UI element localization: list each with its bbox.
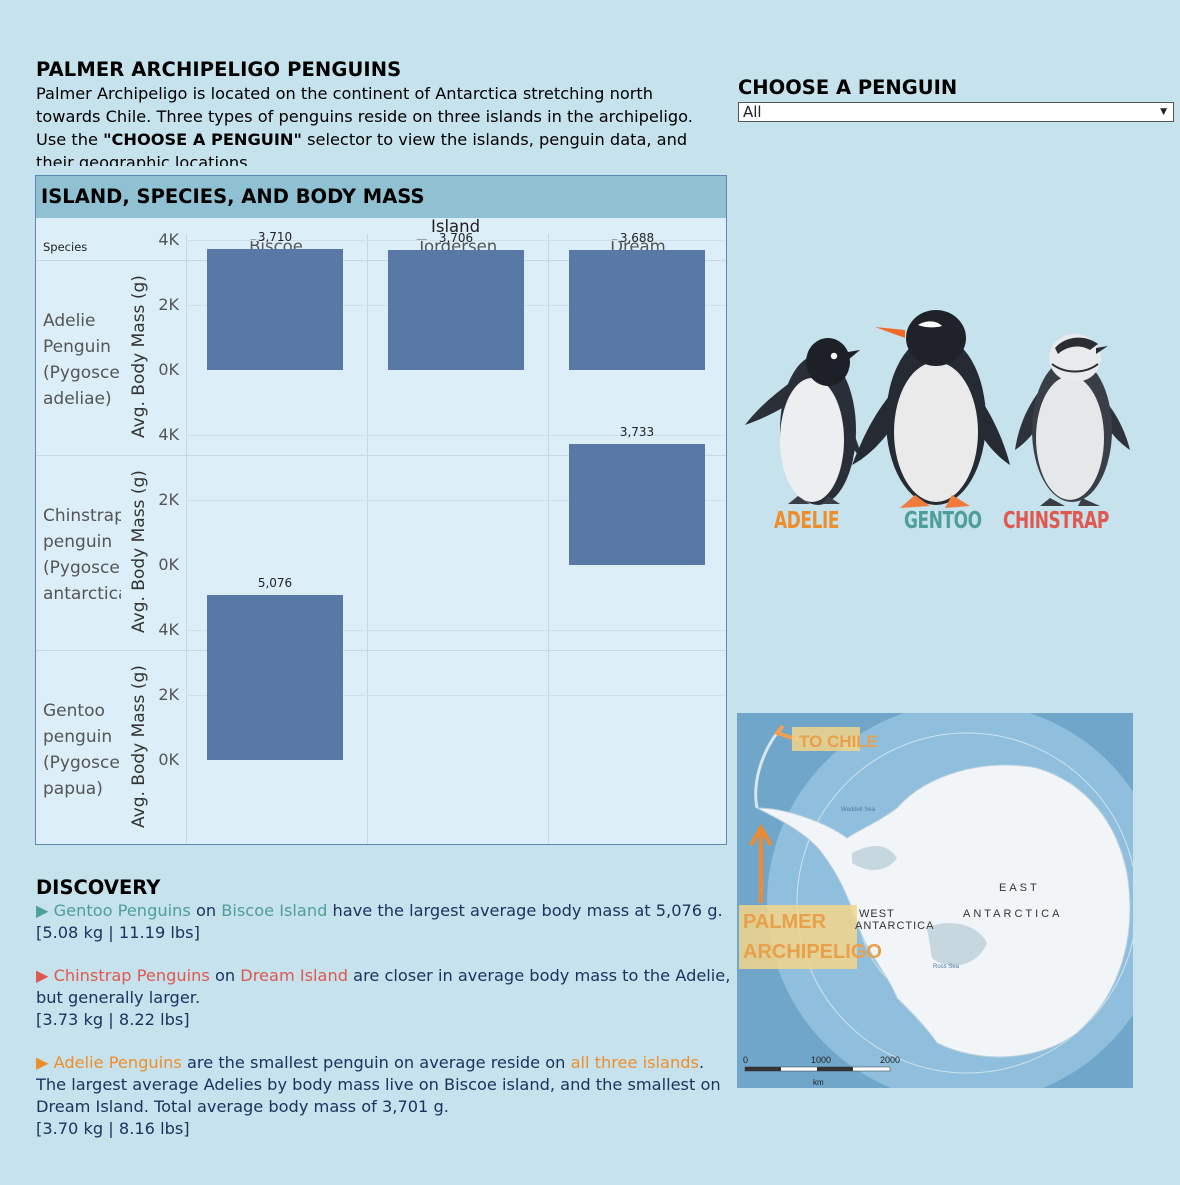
west-antarctica-map-label: ANTARCTICA bbox=[855, 920, 934, 932]
adelie-penguin-image bbox=[745, 338, 862, 505]
y-tick-label: 4K bbox=[158, 425, 179, 444]
species-label: Adelie Penguin (Pygoscelis adeliae) bbox=[43, 308, 121, 412]
text-part: on bbox=[209, 966, 241, 985]
chart-panel-header: ISLAND, SPECIES, AND BODY MASS bbox=[36, 176, 726, 218]
gentoo-highlight: Gentoo Penguins bbox=[48, 901, 191, 920]
species-label-line: papua) bbox=[43, 779, 103, 799]
penguin-selector-value: All bbox=[743, 103, 762, 121]
gentoo-label: GENTOO bbox=[904, 508, 982, 534]
y-tick-label: 4K bbox=[158, 620, 179, 639]
species-label-line: (Pygoscelis bbox=[43, 753, 121, 773]
archipeligo-map-label: ARCHIPELIGO bbox=[743, 941, 882, 963]
y-tick-label: 0K bbox=[158, 360, 179, 379]
y-tick-label: 4K bbox=[158, 230, 179, 249]
bar bbox=[569, 250, 705, 370]
chinstrap-label: CHINSTRAP bbox=[1003, 508, 1109, 534]
species-label-line: Gentoo bbox=[43, 701, 105, 721]
bar bbox=[207, 595, 343, 760]
play-icon: ▶ bbox=[36, 1053, 49, 1072]
species-label-line: Adelie bbox=[43, 311, 96, 331]
discovery-gentoo: ▶ Gentoo Penguins on Biscoe Island have … bbox=[36, 900, 736, 944]
discovery-title: DISCOVERY bbox=[36, 876, 161, 899]
discovery-chinstrap: ▶ Chinstrap Penguins on Dream Island are… bbox=[36, 965, 736, 1031]
species-label-line: penguin bbox=[43, 532, 113, 552]
to-chile-label: TO CHILE bbox=[799, 732, 878, 751]
column-divider bbox=[548, 234, 549, 844]
body-mass-chart-panel: ISLAND, SPECIES, AND BODY MASS Species I… bbox=[35, 175, 727, 845]
antarctica-map: TO CHILE PALMER ARCHIPELIGO WEST ANTARCT… bbox=[737, 713, 1133, 1088]
species-label-line: Chinstrap bbox=[43, 506, 121, 526]
discovery-text: ▶ Gentoo Penguins on Biscoe Island have … bbox=[36, 900, 736, 1142]
intro-text-part: selector to view the islands, penguin da… bbox=[301, 130, 688, 149]
species-label-line: Penguin bbox=[43, 337, 111, 357]
intro-text: Palmer Archipeligo is located on the con… bbox=[36, 82, 736, 166]
biscoe-highlight: Biscoe Island bbox=[221, 901, 328, 920]
chinstrap-units: [3.73 kg | 8.22 lbs] bbox=[36, 1010, 190, 1029]
chinstrap-highlight: Chinstrap Penguins bbox=[48, 966, 210, 985]
scale-unit: km bbox=[813, 1078, 824, 1087]
adelie-units: [3.70 kg | 8.16 lbs] bbox=[36, 1119, 190, 1138]
adelie-highlight: Adelie Penguins bbox=[48, 1053, 182, 1072]
filter-title: CHOOSE A PENGUIN bbox=[738, 76, 958, 99]
y-tick-label: 2K bbox=[158, 685, 179, 704]
species-column-header: Species bbox=[43, 240, 88, 254]
column-divider bbox=[186, 234, 187, 844]
ross-sea-label: Ross Sea bbox=[933, 964, 960, 970]
text-part: are the smallest penguin on average resi… bbox=[181, 1053, 571, 1072]
scale-1000: 1000 bbox=[811, 1055, 831, 1065]
data-label: 5,076 bbox=[257, 576, 293, 591]
bar bbox=[388, 249, 524, 370]
discovery-adelie: ▶ Adelie Penguins are the smallest pengu… bbox=[36, 1052, 736, 1140]
penguin-selector[interactable]: All ▼ bbox=[738, 102, 1174, 122]
data-label: 3,710 bbox=[257, 230, 293, 245]
gentoo-penguin-image bbox=[852, 310, 1010, 508]
palmer-map-label: PALMER bbox=[743, 911, 827, 933]
play-icon: ▶ bbox=[36, 966, 49, 985]
chinstrap-penguin-image bbox=[1015, 334, 1130, 506]
dashboard-title: PALMER ARCHIPELIGO PENGUINS bbox=[36, 58, 402, 81]
column-divider bbox=[367, 234, 368, 844]
gentoo-units: [5.08 kg | 11.19 lbs] bbox=[36, 923, 200, 942]
y-tick-label: 2K bbox=[158, 295, 179, 314]
text-part: on bbox=[190, 901, 222, 920]
all-islands-highlight: all three islands bbox=[570, 1053, 699, 1072]
species-label-line: adeliae) bbox=[43, 389, 112, 409]
species-label-line: (Pygoscelis bbox=[43, 558, 121, 578]
east-map-label: EAST bbox=[999, 882, 1040, 894]
species-label: Chinstrap penguin (Pygoscelis antarctica) bbox=[43, 503, 121, 607]
adelie-label: ADELIE bbox=[774, 508, 840, 534]
bar bbox=[207, 249, 343, 370]
intro-text-part: Use the bbox=[36, 130, 104, 149]
scale-0: 0 bbox=[743, 1055, 748, 1065]
weddell-sea-label: Weddell Sea bbox=[841, 807, 876, 813]
text-part: have the largest average body mass at 5,… bbox=[327, 901, 723, 920]
species-label: Gentoo penguin (Pygoscelis papua) bbox=[43, 698, 121, 802]
play-icon: ▶ bbox=[36, 901, 49, 920]
intro-line: their geographic locations. bbox=[36, 153, 253, 166]
dream-highlight: Dream Island bbox=[240, 966, 349, 985]
west-map-label: WEST bbox=[859, 908, 895, 920]
y-tick-label: 0K bbox=[158, 555, 179, 574]
dropdown-caret-icon[interactable]: ▼ bbox=[1160, 103, 1167, 122]
chart-panel-title: ISLAND, SPECIES, AND BODY MASS bbox=[41, 185, 425, 208]
data-label: 3,688 bbox=[619, 231, 655, 246]
species-label-line: penguin bbox=[43, 727, 113, 747]
data-label: 3,733 bbox=[619, 424, 655, 439]
species-label-line: (Pygoscelis bbox=[43, 363, 121, 383]
species-label-line: antarctica) bbox=[43, 584, 121, 604]
intro-selector-reference: "CHOOSE A PENGUIN" bbox=[103, 130, 302, 149]
east-antarctica-map-label: ANTARCTICA bbox=[963, 908, 1062, 920]
y-tick-label: 2K bbox=[158, 490, 179, 509]
intro-line: Use the "CHOOSE A PENGUIN" selector to v… bbox=[36, 128, 736, 151]
scale-2000: 2000 bbox=[880, 1055, 900, 1065]
intro-line: towards Chile. Three types of penguins r… bbox=[36, 107, 693, 126]
y-tick-label: 0K bbox=[158, 750, 179, 769]
data-label: 3,706 bbox=[438, 230, 474, 245]
bar bbox=[569, 443, 705, 565]
intro-line: Palmer Archipeligo is located on the con… bbox=[36, 84, 653, 103]
row-divider bbox=[36, 650, 726, 651]
